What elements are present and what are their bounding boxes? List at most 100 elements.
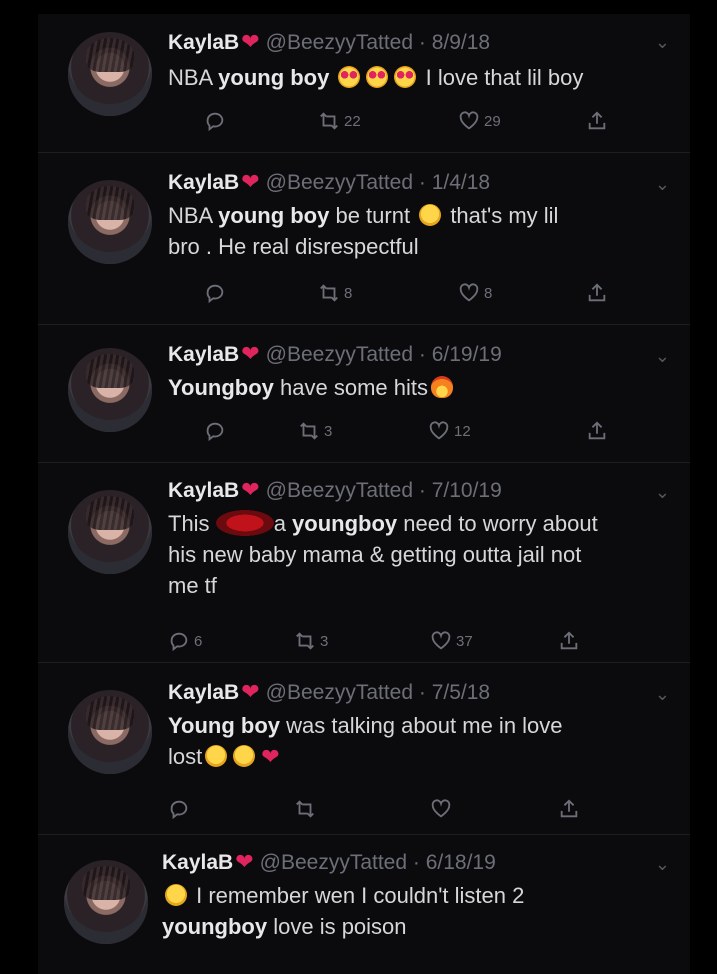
avatar[interactable] bbox=[68, 490, 152, 574]
display-name[interactable]: KaylaB bbox=[168, 31, 239, 54]
retweet-button[interactable]: 3 bbox=[298, 420, 332, 442]
username[interactable]: @BeezyyTatted bbox=[266, 343, 413, 366]
chevron-down-icon[interactable]: ⌄ bbox=[655, 684, 670, 705]
heart-outline-icon bbox=[459, 111, 479, 130]
username[interactable]: @BeezyyTatted bbox=[266, 31, 413, 54]
retweet-button[interactable] bbox=[294, 798, 320, 820]
text-part: This bbox=[168, 511, 216, 536]
tweet-feed: KaylaB❤ @BeezyyTatted · 8/9/18 ⌄ NBA youn… bbox=[38, 14, 690, 974]
text-part: me tf bbox=[168, 573, 217, 598]
chevron-down-icon[interactable]: ⌄ bbox=[655, 482, 670, 503]
username[interactable]: @BeezyyTatted bbox=[260, 851, 407, 874]
retweet-button[interactable]: 3 bbox=[294, 630, 328, 652]
crying-laughing-emoji-icon bbox=[205, 745, 228, 767]
heart-icon: ❤ bbox=[241, 29, 260, 54]
tweet-date[interactable]: 7/5/18 bbox=[432, 681, 490, 704]
tweet-header: KaylaB❤ @BeezyyTatted · 1/4/18 bbox=[168, 166, 490, 201]
avatar[interactable] bbox=[68, 348, 152, 432]
text-part: bro . He real disrespectful bbox=[168, 234, 419, 259]
display-name[interactable]: KaylaB bbox=[162, 851, 233, 874]
separator: · bbox=[407, 851, 426, 874]
retweet-button[interactable]: 8 bbox=[318, 282, 352, 304]
text-part: NBA bbox=[168, 65, 219, 90]
username[interactable]: @BeezyyTatted bbox=[266, 479, 413, 502]
display-name[interactable]: KaylaB bbox=[168, 171, 239, 194]
tweet-date[interactable]: 6/19/19 bbox=[432, 343, 502, 366]
tweet-header: KaylaB❤ @BeezyyTatted · 7/5/18 bbox=[168, 676, 490, 711]
avatar[interactable] bbox=[64, 860, 148, 944]
tweet-date[interactable]: 6/18/19 bbox=[426, 851, 496, 874]
chevron-down-icon[interactable]: ⌄ bbox=[655, 854, 670, 875]
share-button[interactable] bbox=[586, 282, 608, 304]
share-button[interactable] bbox=[586, 420, 608, 442]
text-part: a bbox=[273, 511, 293, 536]
avatar[interactable] bbox=[68, 690, 152, 774]
chevron-down-icon[interactable]: ⌄ bbox=[655, 174, 670, 195]
like-button[interactable]: 37 bbox=[430, 630, 473, 652]
tweet-text: NBA young boy I love that lil boy bbox=[168, 62, 668, 93]
reply-button[interactable] bbox=[204, 282, 230, 304]
tweet[interactable]: KaylaB❤ @BeezyyTatted · 6/18/19 ⌄ I remem… bbox=[38, 834, 690, 974]
text-part: NBA bbox=[168, 203, 219, 228]
share-icon bbox=[560, 631, 578, 650]
retweet-count: 22 bbox=[344, 112, 361, 130]
separator: · bbox=[413, 681, 432, 704]
retweet-icon bbox=[320, 284, 338, 302]
retweet-count: 3 bbox=[320, 632, 329, 650]
like-button[interactable]: 12 bbox=[428, 420, 471, 442]
laughing-emoji-icon bbox=[165, 884, 187, 906]
share-button[interactable] bbox=[558, 798, 580, 820]
tweet-actions: 8 8 bbox=[168, 282, 628, 312]
chevron-down-icon[interactable]: ⌄ bbox=[655, 32, 670, 53]
share-button[interactable] bbox=[558, 630, 580, 652]
like-button[interactable]: 8 bbox=[458, 282, 492, 304]
avatar[interactable] bbox=[68, 32, 152, 116]
tweet[interactable]: KaylaB❤ @BeezyyTatted · 8/9/18 ⌄ NBA youn… bbox=[38, 14, 690, 153]
text-part: his new baby mama & getting outta jail n… bbox=[168, 542, 582, 567]
tweet[interactable]: KaylaB❤ @BeezyyTatted · 7/5/18 ⌄ Young bo… bbox=[38, 662, 690, 835]
text-part: love is poison bbox=[267, 914, 407, 939]
like-count: 37 bbox=[456, 632, 473, 650]
separator: · bbox=[413, 31, 432, 54]
text-part: be turnt bbox=[329, 203, 417, 228]
reply-button[interactable]: 6 bbox=[168, 630, 202, 652]
tweet[interactable]: KaylaB❤ @BeezyyTatted · 1/4/18 ⌄ NBA youn… bbox=[38, 152, 690, 325]
tweet-header: KaylaB❤ @BeezyyTatted · 7/10/19 bbox=[168, 474, 502, 509]
chevron-down-icon[interactable]: ⌄ bbox=[655, 346, 670, 367]
tweet-text: Youngboy have some hits bbox=[168, 372, 668, 403]
tweet[interactable]: KaylaB❤ @BeezyyTatted · 7/10/19 ⌄ This a … bbox=[38, 462, 690, 663]
tweet-date[interactable]: 7/10/19 bbox=[432, 479, 502, 502]
text-bold: young boy bbox=[218, 65, 330, 90]
avatar[interactable] bbox=[68, 180, 152, 264]
text-bold: youngboy bbox=[292, 511, 398, 536]
reply-button[interactable] bbox=[204, 420, 230, 442]
text-part: have some hits bbox=[273, 375, 428, 400]
tweet-header: KaylaB❤ @BeezyyTatted · 8/9/18 bbox=[168, 26, 490, 61]
tweet-actions: 22 29 bbox=[168, 110, 628, 140]
tweet-date[interactable]: 8/9/18 bbox=[432, 31, 490, 54]
username[interactable]: @BeezyyTatted bbox=[266, 681, 413, 704]
retweet-count: 8 bbox=[344, 284, 353, 302]
like-button[interactable] bbox=[430, 798, 456, 820]
reply-icon bbox=[206, 422, 224, 442]
retweet-button[interactable]: 22 bbox=[318, 110, 361, 132]
reply-count: 6 bbox=[194, 632, 203, 650]
share-icon bbox=[588, 283, 606, 302]
like-button[interactable]: 29 bbox=[458, 110, 501, 132]
text-bold: Young boy bbox=[168, 713, 281, 738]
reply-button[interactable] bbox=[204, 110, 230, 132]
tweet-date[interactable]: 1/4/18 bbox=[432, 171, 490, 194]
text-part: that's my lil bbox=[444, 203, 559, 228]
reply-button[interactable] bbox=[168, 798, 194, 820]
reply-icon bbox=[170, 800, 188, 820]
username[interactable]: @BeezyyTatted bbox=[266, 171, 413, 194]
retweet-icon bbox=[300, 422, 318, 440]
tweet[interactable]: KaylaB❤ @BeezyyTatted · 6/19/19 ⌄ Youngbo… bbox=[38, 324, 690, 463]
laughing-emoji-icon bbox=[419, 204, 442, 226]
heart-icon: ❤ bbox=[241, 679, 260, 704]
display-name[interactable]: KaylaB bbox=[168, 479, 239, 502]
display-name[interactable]: KaylaB bbox=[168, 343, 239, 366]
share-button[interactable] bbox=[586, 110, 608, 132]
reply-icon bbox=[206, 112, 224, 132]
display-name[interactable]: KaylaB bbox=[168, 681, 239, 704]
